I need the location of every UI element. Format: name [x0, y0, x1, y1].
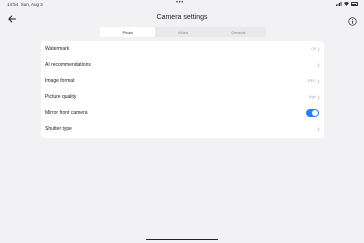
setting-row-shutter-type[interactable]: Shutter type	[41, 121, 324, 137]
tab-photo[interactable]: Photo	[100, 27, 156, 37]
wifi-icon	[344, 2, 349, 6]
setting-value: High	[308, 95, 316, 99]
toggle-knob	[312, 109, 318, 116]
setting-row-mirror-front-camera: Mirror front camera	[41, 105, 324, 121]
setting-row-picture-quality[interactable]: Picture quality High	[41, 89, 324, 105]
mirror-front-camera-toggle[interactable]	[306, 108, 319, 117]
setting-row-ai-recommendations[interactable]: AI recommendations	[41, 57, 324, 73]
home-indicator[interactable]	[146, 238, 218, 241]
setting-label: Watermark	[45, 46, 70, 53]
setting-label: Image format	[45, 78, 75, 85]
page-title: Camera settings	[156, 13, 208, 21]
setting-row-image-format[interactable]: Image format JPEG	[41, 73, 324, 89]
setting-value: JPEG	[306, 79, 316, 83]
header: Camera settings	[0, 10, 364, 26]
setting-row-watermark[interactable]: Watermark Off	[41, 41, 324, 57]
battery-icon	[351, 2, 358, 6]
chevron-right-icon	[317, 46, 320, 52]
status-time: 14:54 Sun, Aug 3	[7, 2, 43, 7]
setting-label: Mirror front camera	[45, 110, 88, 117]
status-date: Sun, Aug 3	[20, 2, 43, 7]
setting-label: Shutter type	[45, 126, 72, 133]
setting-label: AI recommendations	[45, 62, 91, 69]
status-clock: 14:54	[7, 2, 19, 7]
tab-general[interactable]: General	[211, 27, 266, 37]
status-indicators	[336, 2, 358, 6]
info-icon	[348, 16, 357, 26]
chevron-right-icon	[317, 94, 320, 100]
mode-tabs: Photo Video General	[100, 27, 266, 37]
signal-icon	[336, 2, 342, 6]
setting-value: Off	[311, 47, 316, 51]
chevron-right-icon	[317, 62, 320, 68]
chevron-right-icon	[317, 78, 320, 84]
info-button[interactable]	[348, 13, 357, 26]
settings-card: Watermark Off AI recommendations Image f…	[41, 41, 324, 138]
status-dots-icon: •••	[176, 0, 184, 6]
status-bar: 14:54 Sun, Aug 3 •••	[0, 0, 364, 10]
setting-label: Picture quality	[45, 94, 77, 101]
chevron-right-icon	[317, 126, 320, 132]
tab-video[interactable]: Video	[155, 27, 210, 37]
